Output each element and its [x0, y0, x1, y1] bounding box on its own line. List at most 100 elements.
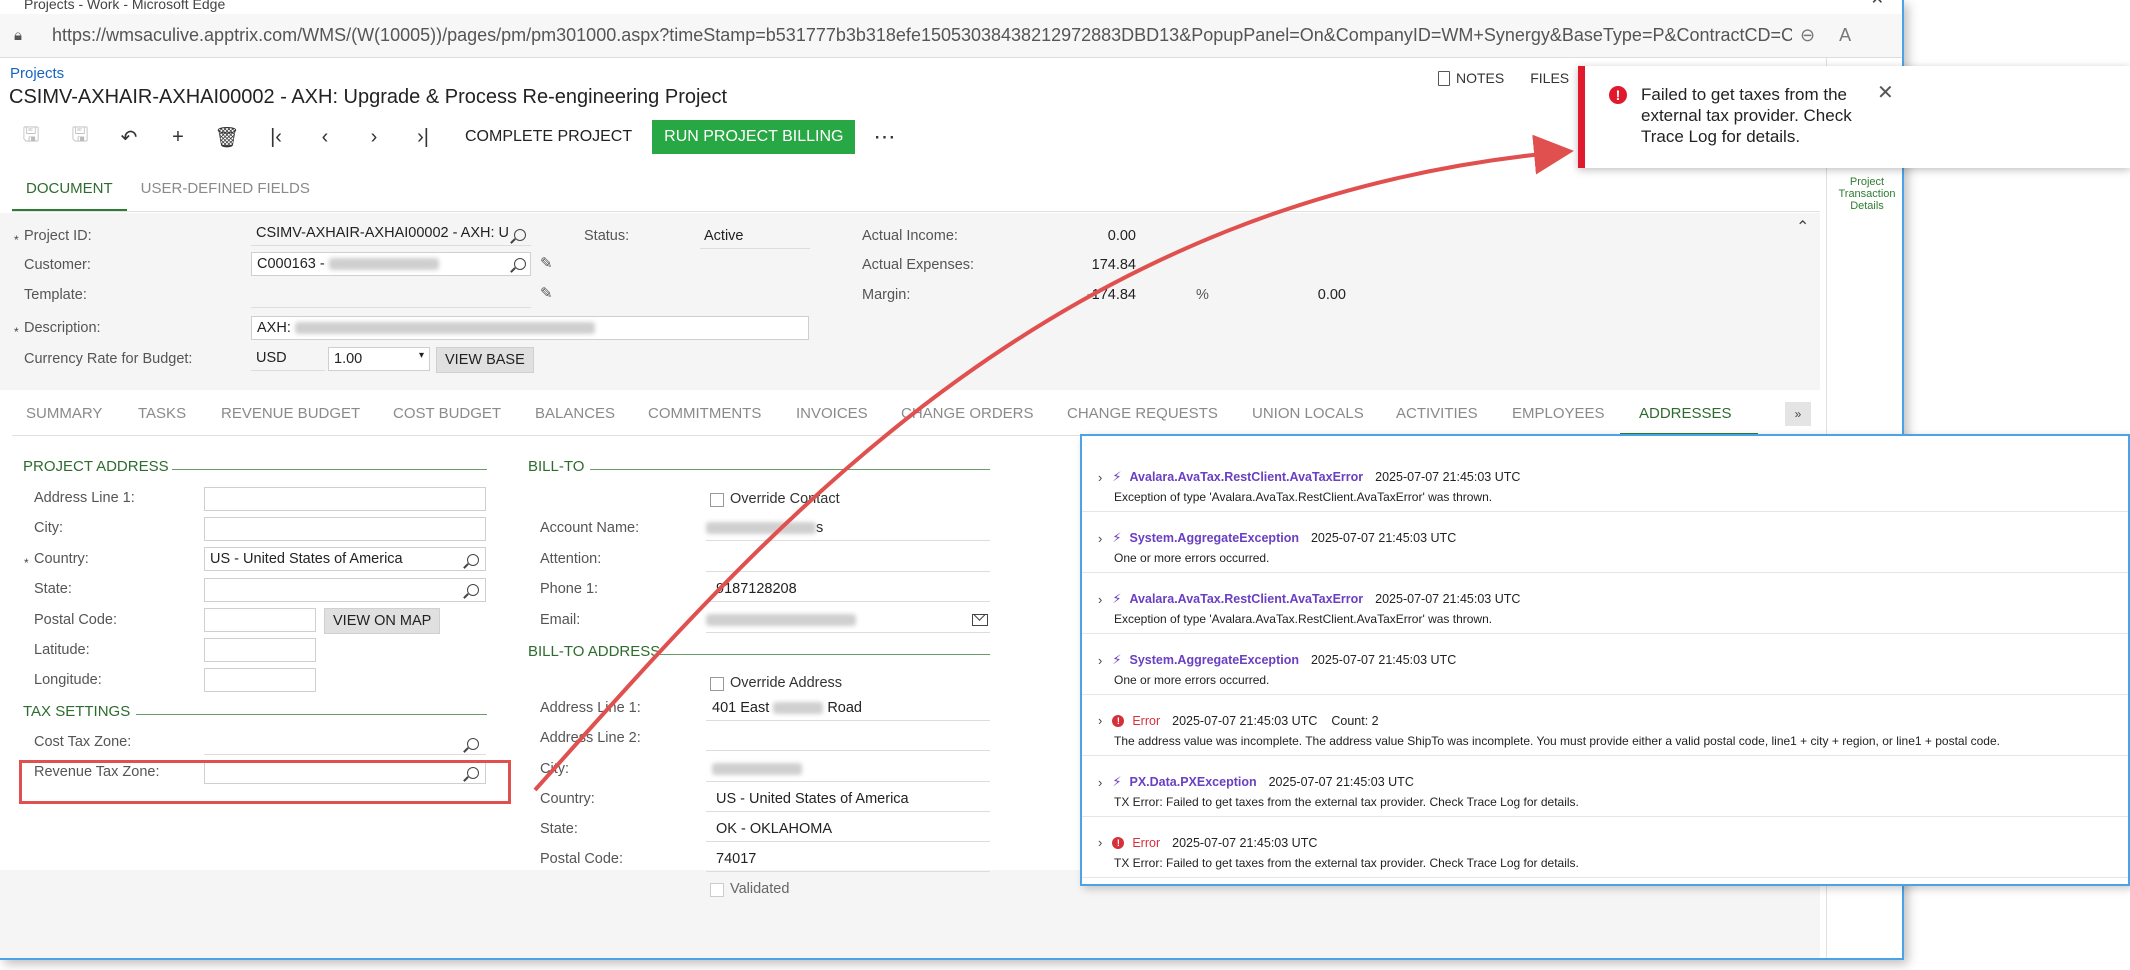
country-input[interactable]: US - United States of America — [204, 547, 486, 571]
tab-change-orders[interactable]: CHANGE ORDERS — [901, 405, 1034, 422]
override-address-checkbox[interactable] — [710, 677, 724, 691]
account-name-label: Account Name: — [540, 520, 640, 536]
cost-tax-zone-input[interactable] — [204, 754, 486, 755]
required-marker: * — [14, 233, 19, 247]
chevron-up-icon[interactable]: ⌃ — [1796, 217, 1809, 237]
chevron-right-icon[interactable]: › — [1098, 653, 1102, 668]
read-aloud-icon[interactable]: A — [1839, 25, 1851, 46]
close-icon[interactable]: ✕ — [1877, 80, 1894, 105]
chevron-right-icon[interactable]: › — [1098, 713, 1102, 728]
undo-icon[interactable]: ↶ — [112, 122, 146, 152]
template-label: Template: — [24, 287, 87, 303]
required-marker: * — [24, 556, 29, 570]
attention-input[interactable] — [706, 571, 990, 572]
longitude-input[interactable] — [204, 668, 316, 692]
template-field[interactable] — [251, 307, 531, 308]
longitude-label: Longitude: — [34, 672, 102, 688]
email-value — [706, 612, 856, 628]
tab-commitments[interactable]: COMMITMENTS — [648, 405, 761, 422]
postal-code-input[interactable] — [204, 608, 316, 632]
lock-icon: 🔒︎ — [14, 26, 22, 44]
latitude-input[interactable] — [204, 638, 316, 662]
tab-activities[interactable]: ACTIVITIES — [1396, 405, 1478, 422]
window-close-icon[interactable]: ✕ — [1871, 0, 1884, 8]
log-entry[interactable]: ›! Error 2025-07-07 21:45:03 UTC TX Error:… — [1082, 817, 2128, 878]
previous-record-icon[interactable]: ‹ — [308, 122, 342, 152]
log-entry[interactable]: › ⚡︎ Avalara.AvaTax.RestClient.AvaTaxError… — [1082, 573, 2128, 634]
tab-tasks[interactable]: TASKS — [138, 405, 186, 422]
status-underline — [700, 248, 810, 249]
delete-icon[interactable]: 🗑︎ — [210, 122, 244, 152]
add-icon[interactable]: + — [161, 122, 195, 152]
first-record-icon[interactable]: |‹ — [259, 122, 293, 152]
section-divider — [660, 654, 990, 655]
next-record-icon[interactable]: › — [357, 122, 391, 152]
tab-addresses[interactable]: ADDRESSES — [1639, 405, 1732, 422]
bill-to-heading: BILL-TO — [528, 458, 585, 475]
notes-link[interactable]: NOTES — [1438, 70, 1504, 86]
mail-icon[interactable] — [972, 614, 988, 626]
tab-invoices[interactable]: INVOICES — [796, 405, 868, 422]
rate-field[interactable]: 1.00 ▾ — [328, 347, 430, 371]
tab-user-defined-fields[interactable]: USER-DEFINED FIELDS — [127, 172, 324, 211]
chevron-right-icon[interactable]: › — [1098, 470, 1102, 485]
description-field[interactable]: AXH: — [251, 316, 809, 340]
tab-cost-budget[interactable]: COST BUDGET — [393, 405, 501, 422]
log-entry[interactable]: ›! Error 2025-07-07 21:45:03 UTC Count: 2 T… — [1082, 695, 2128, 756]
log-entry[interactable]: › ⚡︎ System.AggregateException 2025-07-07 2… — [1082, 634, 2128, 695]
project-id-field[interactable]: CSIMV-AXHAIR-AXHAI00002 - AXH: U — [251, 222, 531, 246]
chevron-right-icon[interactable]: › — [1098, 835, 1102, 850]
tab-employees[interactable]: EMPLOYEES — [1512, 405, 1605, 422]
bill-address-line2-input[interactable] — [706, 750, 990, 751]
tab-union-locals[interactable]: UNION LOCALS — [1252, 405, 1364, 422]
log-entry[interactable]: › ⚡︎ PX.Data.PXException 2025-07-07 21:45:0… — [1082, 756, 2128, 817]
view-base-button[interactable]: VIEW BASE — [436, 347, 534, 373]
search-icon[interactable] — [514, 229, 526, 241]
save-icon[interactable]: 🖫 — [63, 122, 97, 152]
more-actions-icon[interactable]: ⋯ — [873, 124, 897, 150]
search-icon[interactable] — [467, 584, 479, 596]
url-text[interactable]: https://wmsaculive.apptrix.com/WMS/(W(10… — [52, 25, 1792, 46]
edit-pencil-icon[interactable]: ✎ — [540, 284, 553, 302]
bill-to-address-heading: BILL-TO ADDRESS — [528, 643, 661, 660]
state-input[interactable] — [204, 578, 486, 602]
lightning-icon: ⚡︎ — [1112, 530, 1122, 545]
search-icon[interactable] — [514, 258, 526, 270]
city-input[interactable] — [204, 517, 486, 541]
country-label: Country: — [34, 551, 89, 567]
tab-revenue-budget[interactable]: REVENUE BUDGET — [221, 405, 360, 422]
project-transaction-details-link[interactable]: Project Transaction Details — [1830, 176, 1904, 212]
complete-project-button[interactable]: COMPLETE PROJECT — [455, 128, 642, 146]
log-entry[interactable]: › ⚡︎ Avalara.AvaTax.RestClient.AvaTaxError… — [1082, 451, 2128, 512]
email-underline — [706, 632, 990, 633]
validated-checkbox — [710, 883, 724, 897]
search-icon[interactable] — [467, 554, 479, 566]
expand-tabs-icon[interactable]: » — [1785, 402, 1811, 426]
address-bar[interactable]: 🔒︎ https://wmsaculive.apptrix.com/WMS/(W… — [0, 14, 1902, 58]
files-link[interactable]: FILES — [1530, 70, 1569, 86]
override-contact-checkbox[interactable] — [710, 493, 724, 507]
tab-summary[interactable]: SUMMARY — [26, 405, 102, 422]
chevron-right-icon[interactable]: › — [1098, 531, 1102, 546]
customer-field[interactable]: C000163 - — [251, 252, 531, 276]
search-icon[interactable] — [467, 738, 479, 750]
redacted-text — [773, 702, 824, 715]
chevron-right-icon[interactable]: › — [1098, 775, 1102, 790]
breadcrumb[interactable]: Projects — [10, 65, 64, 82]
save-close-icon[interactable]: 🖫 — [14, 122, 48, 152]
address-line1-input[interactable] — [204, 487, 486, 511]
redacted-text — [328, 258, 439, 271]
run-project-billing-button[interactable]: RUN PROJECT BILLING — [652, 120, 856, 154]
log-entry[interactable]: › ⚡︎ System.AggregateException 2025-07-07 2… — [1082, 512, 2128, 573]
view-on-map-button[interactable]: VIEW ON MAP — [324, 608, 441, 634]
tab-document[interactable]: DOCUMENT — [12, 172, 127, 211]
currency-field[interactable]: USD — [251, 347, 325, 371]
tab-balances[interactable]: BALANCES — [535, 405, 615, 422]
bill-country-label: Country: — [540, 791, 595, 807]
bill-address-line1-underline — [706, 720, 990, 721]
zoom-icon[interactable]: ⊖ — [1800, 25, 1815, 46]
edit-pencil-icon[interactable]: ✎ — [540, 254, 553, 272]
last-record-icon[interactable]: ›| — [406, 122, 440, 152]
tab-change-requests[interactable]: CHANGE REQUESTS — [1067, 405, 1218, 422]
chevron-right-icon[interactable]: › — [1098, 592, 1102, 607]
